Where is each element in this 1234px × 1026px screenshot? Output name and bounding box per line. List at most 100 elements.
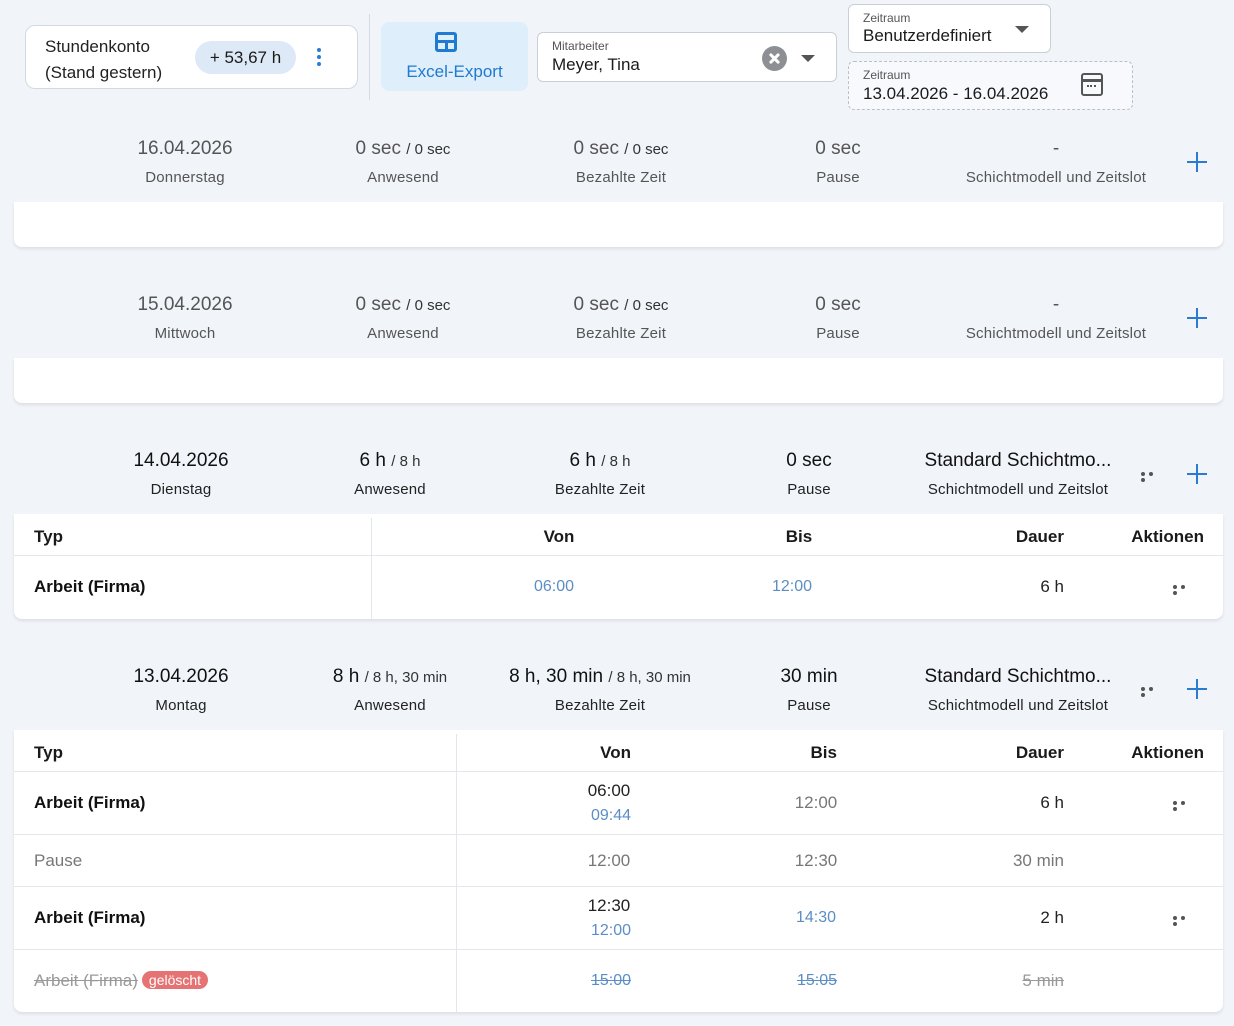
entry-type: Arbeit (Firma) bbox=[34, 908, 146, 927]
table-header-row: Typ Von Bis Dauer Aktionen bbox=[14, 730, 1223, 772]
table-row: Arbeit (Firma) gelöscht 15:00 15:05 5 min bbox=[14, 950, 1223, 1012]
period-select[interactable]: Zeitraum Benutzerdefiniert bbox=[848, 4, 1051, 53]
chevron-down-icon[interactable] bbox=[801, 55, 815, 62]
paid-summary: 6 h / 8 h Bezahlte Zeit bbox=[520, 450, 680, 498]
employee-select-value: Meyer, Tina bbox=[552, 55, 640, 74]
entry-to[interactable]: 12:00 bbox=[747, 578, 837, 596]
paid-target: / 0 sec bbox=[624, 141, 669, 158]
day-card: 13.04.2026 Montag 8 h / 8 h, 30 min Anwe… bbox=[14, 648, 1223, 1012]
add-entry-icon[interactable] bbox=[1186, 151, 1208, 173]
present-value: 0 sec bbox=[355, 294, 401, 315]
shift-label: Schichtmodell und Zeitslot bbox=[965, 169, 1147, 186]
excel-export-button[interactable]: Excel-Export bbox=[381, 22, 528, 91]
paid-summary: 0 sec / 0 sec Bezahlte Zeit bbox=[541, 138, 701, 186]
day-header: 13.04.2026 Montag 8 h / 8 h, 30 min Anwe… bbox=[14, 648, 1223, 730]
present-summary: 8 h / 8 h, 30 min Anwesend bbox=[310, 666, 470, 714]
shift-label: Schichtmodell und Zeitslot bbox=[927, 697, 1109, 714]
day-date-value: 15.04.2026 bbox=[137, 294, 233, 315]
entry-from-original[interactable]: 12:00 bbox=[566, 922, 656, 940]
pause-value: 0 sec bbox=[786, 450, 832, 471]
add-entry-icon[interactable] bbox=[1186, 678, 1208, 700]
hours-account-title-line1: Stundenkonto bbox=[45, 37, 150, 56]
chevron-down-icon[interactable] bbox=[1015, 26, 1029, 33]
toolbar: Stundenkonto (Stand gestern) + 53,67 h E… bbox=[0, 0, 1234, 120]
table-header-row: Typ Von Bis Dauer Aktionen bbox=[14, 514, 1223, 556]
more-horizontal-icon[interactable] bbox=[1171, 583, 1193, 595]
paid-label: Bezahlte Zeit bbox=[554, 481, 646, 498]
period-range-value: 13.04.2026 - 16.04.2026 bbox=[863, 84, 1049, 103]
hours-account-card: Stundenkonto (Stand gestern) + 53,67 h bbox=[25, 25, 358, 89]
excel-export-label: Excel-Export bbox=[406, 62, 503, 81]
paid-value: 8 h, 30 min bbox=[509, 666, 604, 687]
calendar-icon[interactable] bbox=[1081, 73, 1103, 96]
pause-summary: 0 sec Pause bbox=[788, 138, 888, 186]
more-horizontal-icon[interactable] bbox=[1171, 799, 1193, 811]
more-horizontal-icon[interactable] bbox=[1139, 470, 1161, 482]
day-weekday: Donnerstag bbox=[145, 169, 225, 186]
day-date-value: 14.04.2026 bbox=[133, 450, 229, 471]
paid-value: 0 sec bbox=[573, 294, 619, 315]
paid-target: / 8 h bbox=[601, 453, 631, 470]
shift-label: Schichtmodell und Zeitslot bbox=[927, 481, 1109, 498]
add-entry-icon[interactable] bbox=[1186, 463, 1208, 485]
period-select-value: Benutzerdefiniert bbox=[863, 26, 992, 45]
entry-type: Arbeit (Firma) bbox=[34, 577, 146, 596]
pause-value: 0 sec bbox=[815, 294, 861, 315]
entry-type: Arbeit (Firma) bbox=[34, 793, 146, 812]
pause-value: 30 min bbox=[780, 666, 838, 687]
entry-duration: 2 h bbox=[1040, 908, 1064, 927]
present-summary: 6 h / 8 h Anwesend bbox=[310, 450, 470, 498]
entry-type: Arbeit (Firma) bbox=[34, 971, 138, 990]
table-row: Arbeit (Firma) 06:00 09:44 12:00 6 h bbox=[14, 772, 1223, 835]
shift-summary: - Schichtmodell und Zeitslot bbox=[946, 138, 1166, 186]
column-header-from: Von bbox=[543, 527, 575, 546]
pause-summary: 30 min Pause bbox=[759, 666, 859, 714]
column-header-type: Typ bbox=[34, 743, 63, 762]
table-row: Arbeit (Firma) 12:30 12:00 14:30 2 h bbox=[14, 887, 1223, 950]
entry-from: 12:00 bbox=[587, 851, 631, 870]
present-value: 6 h bbox=[359, 450, 386, 471]
column-header-from: Von bbox=[600, 743, 631, 762]
entry-from: 12:30 bbox=[587, 896, 631, 915]
more-vertical-icon[interactable] bbox=[312, 46, 326, 70]
period-select-label: Zeitraum bbox=[863, 11, 911, 25]
shift-value: - bbox=[1052, 138, 1060, 159]
day-date: 13.04.2026 Montag bbox=[111, 666, 251, 714]
present-summary: 0 sec / 0 sec Anwesend bbox=[323, 294, 483, 342]
shift-value: Standard Schichtmo... bbox=[924, 666, 1112, 687]
pause-summary: 0 sec Pause bbox=[759, 450, 859, 498]
column-header-type: Typ bbox=[34, 527, 63, 546]
divider bbox=[369, 14, 370, 100]
present-target: / 8 h bbox=[391, 453, 421, 470]
column-header-actions: Aktionen bbox=[1131, 527, 1204, 546]
shift-summary[interactable]: Standard Schichtmo... Schichtmodell und … bbox=[908, 666, 1128, 714]
employee-select[interactable]: Mitarbeiter Meyer, Tina bbox=[537, 32, 837, 82]
hours-balance-chip[interactable]: + 53,67 h bbox=[195, 41, 296, 74]
column-header-to: Bis bbox=[810, 743, 837, 762]
hours-account-title-line2: (Stand gestern) bbox=[45, 63, 163, 82]
more-horizontal-icon[interactable] bbox=[1171, 914, 1193, 926]
column-header-duration: Dauer bbox=[1015, 743, 1064, 762]
period-range-field[interactable]: Zeitraum 13.04.2026 - 16.04.2026 bbox=[848, 61, 1133, 110]
shift-summary[interactable]: Standard Schichtmo... Schichtmodell und … bbox=[908, 450, 1128, 498]
entry-duration: 6 h bbox=[1040, 577, 1064, 596]
day-weekday: Mittwoch bbox=[154, 325, 216, 342]
entry-from[interactable]: 06:00 bbox=[509, 578, 599, 596]
entry-from-original[interactable]: 09:44 bbox=[566, 807, 656, 825]
more-horizontal-icon[interactable] bbox=[1139, 685, 1161, 697]
paid-target: / 8 h, 30 min bbox=[608, 669, 691, 686]
present-label: Anwesend bbox=[354, 697, 426, 714]
add-entry-icon[interactable] bbox=[1186, 307, 1208, 329]
clear-icon[interactable] bbox=[762, 46, 787, 71]
entry-type-deleted: Arbeit (Firma) gelöscht bbox=[34, 971, 209, 991]
present-target: / 0 sec bbox=[406, 141, 451, 158]
entry-duration: 30 min bbox=[1012, 851, 1064, 870]
entry-to[interactable]: 14:30 bbox=[771, 909, 861, 927]
day-date-value: 13.04.2026 bbox=[133, 666, 229, 687]
entry-duration: 5 min bbox=[1022, 971, 1064, 990]
pause-label: Pause bbox=[787, 481, 831, 498]
day-card: 14.04.2026 Dienstag 6 h / 8 h Anwesend 6… bbox=[14, 432, 1223, 620]
day-date: 16.04.2026 Donnerstag bbox=[115, 138, 255, 186]
day-header: 16.04.2026 Donnerstag 0 sec / 0 sec Anwe… bbox=[14, 120, 1223, 202]
present-label: Anwesend bbox=[354, 481, 426, 498]
